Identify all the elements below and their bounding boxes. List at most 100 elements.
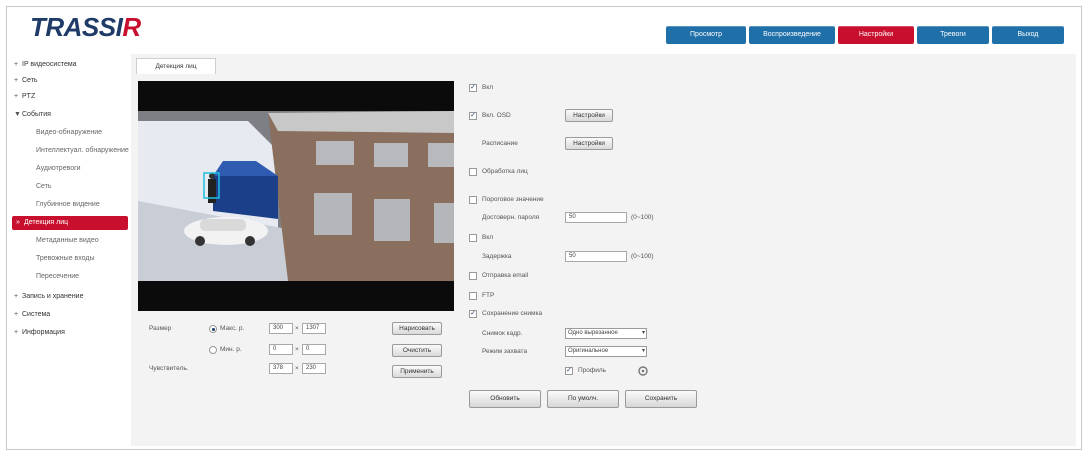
schedule-label: Расписание xyxy=(482,140,518,147)
capture-type-label: Режим захвата xyxy=(482,348,528,355)
draw-area-button[interactable]: Нарисовать xyxy=(392,322,442,335)
send-email-label: Отправка email xyxy=(482,272,529,279)
max-size-radio[interactable] xyxy=(209,325,217,333)
clear-area-button[interactable]: Очистить xyxy=(392,344,442,357)
expanded-arrow-icon: ▼ xyxy=(14,111,21,118)
apply-area-button[interactable]: Применить xyxy=(392,365,442,378)
chevron-down-icon: ▾ xyxy=(641,330,645,336)
logo-main-text: TRASSI xyxy=(30,12,123,42)
capture-mode-select[interactable]: Одно вырезанное ▾ xyxy=(565,328,647,339)
content-panel: Детекция лиц Размер Макс. р. 300 × 1307 … xyxy=(131,54,1076,446)
min-height-input[interactable]: 0 xyxy=(302,344,326,355)
schedule-settings-button[interactable]: Настройки xyxy=(565,137,613,150)
default-button[interactable]: По умолч. xyxy=(547,390,619,408)
delay-input[interactable]: 50 xyxy=(565,251,627,262)
min-size-label: Мин. р. xyxy=(220,346,242,353)
sidebar-item-13[interactable]: + Запись и хранение xyxy=(12,290,114,304)
sidebar-item-label: PTZ xyxy=(22,93,36,100)
delay-range: (0~100) xyxy=(631,253,654,260)
sidebar-item-0[interactable]: + IP видеосистема xyxy=(12,58,114,72)
refresh-button[interactable]: Обновить xyxy=(469,390,541,408)
nav-item-4[interactable]: Выход xyxy=(992,26,1064,44)
sensitivity-width-input[interactable]: 378 xyxy=(269,363,293,374)
capture-type-value: Оригинальное xyxy=(568,348,609,354)
camera-frame-image xyxy=(138,81,454,311)
active-arrow-icon: » xyxy=(16,219,20,226)
save-button[interactable]: Сохранить xyxy=(625,390,697,408)
settings-gear-icon[interactable] xyxy=(637,365,649,377)
expand-plus-icon: + xyxy=(14,311,19,318)
sidebar-item-10[interactable]: Метаданные видео xyxy=(12,234,128,248)
ftp-label: FTP xyxy=(482,292,495,299)
sidebar-item-12[interactable]: Пересечение xyxy=(12,270,128,284)
sidebar-item-label: Видео-обнаружение xyxy=(36,129,103,136)
sidebar-item-label: Интеллектуал. обнаружение xyxy=(36,147,129,154)
enable-checkbox[interactable]: ✓ xyxy=(469,84,477,92)
size-label: Размер xyxy=(149,325,172,332)
sidebar-item-label: IP видеосистема xyxy=(22,61,77,68)
expand-plus-icon: + xyxy=(14,61,19,68)
nav-item-2[interactable]: Настройки xyxy=(838,26,914,44)
enable-osd-checkbox[interactable]: ✓ xyxy=(469,112,477,120)
threshold-label: Пороговое значение xyxy=(482,196,544,203)
handle-face-checkbox[interactable] xyxy=(469,168,477,176)
min-width-input[interactable]: 0 xyxy=(269,344,293,355)
nav-item-1[interactable]: Воспроизведение xyxy=(749,26,835,44)
capture-label: Сохранение снимка xyxy=(482,310,543,317)
sidebar-item-11[interactable]: Тревожные входы xyxy=(12,252,128,266)
osd-settings-button[interactable]: Настройки xyxy=(565,109,613,122)
sidebar-item-label: Метаданные видео xyxy=(36,237,99,244)
sidebar-item-label: Сеть xyxy=(22,77,38,84)
sidebar-item-label: Тревожные входы xyxy=(36,255,95,262)
sidebar-item-14[interactable]: + Система xyxy=(12,308,114,322)
ftp-checkbox[interactable] xyxy=(469,292,477,300)
sidebar-item-label: Сеть xyxy=(36,183,52,190)
chevron-down-icon: ▾ xyxy=(641,348,645,354)
threshold-field-label: Достоверн. пароля xyxy=(482,214,540,221)
sensitivity-label: Чувствитель. xyxy=(149,365,189,372)
delay-label: Задержка xyxy=(482,253,512,260)
sidebar-item-9[interactable]: » Детекция лиц xyxy=(12,216,128,230)
sidebar-item-2[interactable]: + PTZ xyxy=(12,90,114,104)
nav-item-3[interactable]: Тревоги xyxy=(917,26,989,44)
sidebar-item-label: Система xyxy=(22,311,51,318)
sidebar-item-8[interactable]: Глубинное видение xyxy=(12,198,128,212)
threshold-input[interactable]: 50 xyxy=(565,212,627,223)
tab-face-detection[interactable]: Детекция лиц xyxy=(136,58,216,74)
sidebar-item-5[interactable]: Интеллектуал. обнаружение xyxy=(12,144,129,158)
send-email-checkbox[interactable] xyxy=(469,272,477,280)
sensitivity-height-input[interactable]: 230 xyxy=(302,363,326,374)
top-navigation: Просмотр Воспроизведение Настройки Тревоги В… xyxy=(666,26,1064,44)
threshold-range: (0~100) xyxy=(631,214,654,221)
max-height-input[interactable]: 1307 xyxy=(302,323,326,334)
sidebar-item-label: События xyxy=(22,111,51,118)
expand-plus-icon: + xyxy=(14,293,19,300)
handle-face-label: Обработка лиц xyxy=(482,168,528,175)
max-size-label: Макс. р. xyxy=(220,325,245,332)
max-width-input[interactable]: 300 xyxy=(269,323,293,334)
video-preview[interactable] xyxy=(138,81,454,311)
capture-mode-label: Снимок кадр. xyxy=(482,330,523,337)
sidebar-item-label: Детекция лиц xyxy=(24,219,69,226)
nav-item-0[interactable]: Просмотр xyxy=(666,26,746,44)
sidebar-item-15[interactable]: + Информация xyxy=(12,326,114,340)
expand-plus-icon: + xyxy=(14,329,19,336)
sidebar-item-6[interactable]: Аудиотревоги xyxy=(12,162,128,176)
sidebar-item-7[interactable]: Сеть xyxy=(12,180,128,194)
link-checkbox[interactable] xyxy=(469,234,477,242)
sidebar-item-3[interactable]: ▼События xyxy=(12,108,114,122)
sidebar-item-label: Запись и хранение xyxy=(22,293,84,300)
sidebar-item-1[interactable]: + Сеть xyxy=(12,74,114,88)
threshold-checkbox[interactable] xyxy=(469,196,477,204)
enable-label: Вкл xyxy=(482,84,494,91)
include-checkbox[interactable]: ✓ xyxy=(565,367,573,375)
sidebar-item-label: Глубинное видение xyxy=(36,201,100,208)
include-label: Профиль xyxy=(578,367,607,374)
capture-type-select[interactable]: Оригинальное ▾ xyxy=(565,346,647,357)
link-label: Вкл xyxy=(482,234,494,241)
expand-plus-icon: + xyxy=(14,77,19,84)
min-size-radio[interactable] xyxy=(209,346,217,354)
capture-checkbox[interactable]: ✓ xyxy=(469,310,477,318)
logo-accent-text: R xyxy=(122,12,141,42)
sidebar-item-4[interactable]: Видео-обнаружение xyxy=(12,126,128,140)
